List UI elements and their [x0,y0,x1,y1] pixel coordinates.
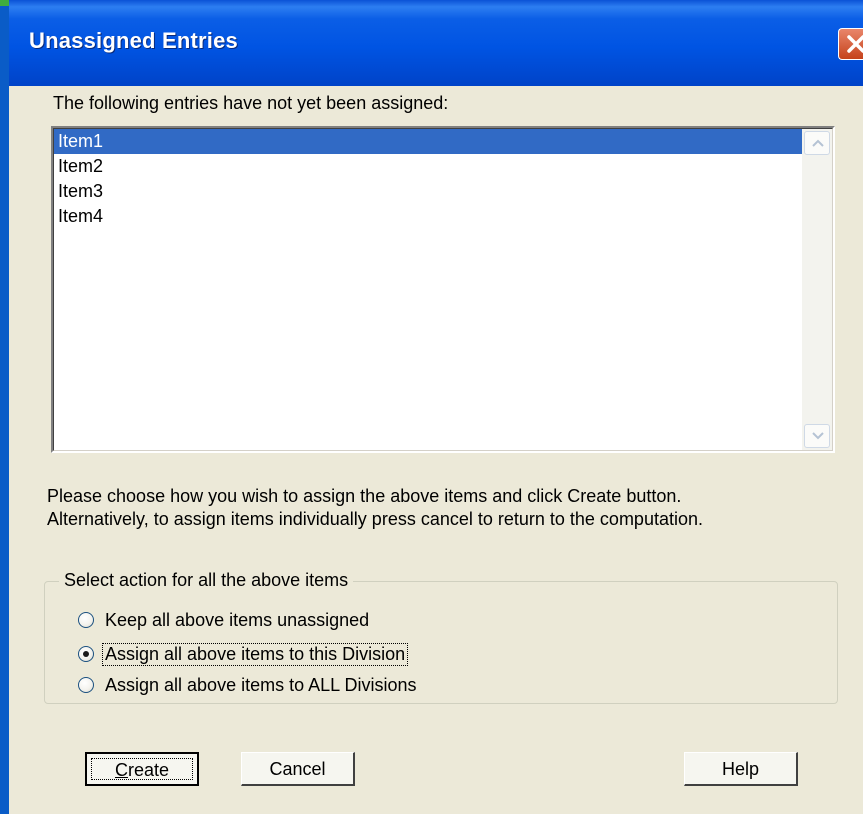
list-item[interactable]: Item1 [54,129,802,154]
entries-listbox[interactable]: Item1 Item2 Item3 Item4 [51,126,835,453]
instructions-line-1: Please choose how you wish to assign the… [47,486,682,506]
list-items: Item1 Item2 Item3 Item4 [54,129,832,229]
help-button-label: Help [721,759,760,779]
close-button[interactable] [838,28,863,60]
help-button[interactable]: Help [684,752,798,786]
title-bar[interactable]: Unassigned Entries [9,0,863,86]
list-item[interactable]: Item2 [54,154,802,179]
list-label: The following entries have not yet been … [53,93,449,113]
radio-keep-unassigned[interactable] [78,612,94,628]
option-label: Assign all above items to ALL Divisions [105,674,417,695]
vertical-scrollbar[interactable] [802,129,832,450]
chevron-down-icon [812,432,824,440]
radio-selected-dot [83,651,89,657]
option-label: Keep all above items unassigned [105,609,370,630]
radio-assign-this-division[interactable] [78,646,94,662]
instructions-line-2: Alternatively, to assign items individua… [47,509,703,529]
option-label: Assign all above items to this Division [101,642,409,666]
close-icon [847,35,863,53]
cancel-button[interactable]: Cancel [241,752,355,786]
option-assign-this-division[interactable]: Assign all above items to this Division [78,641,409,667]
cancel-button-label: Cancel [269,759,326,779]
action-groupbox: Select action for all the above items Ke… [44,570,838,704]
list-item[interactable]: Item4 [54,204,802,229]
radio-assign-all-divisions[interactable] [78,677,94,693]
option-keep-unassigned[interactable]: Keep all above items unassigned [78,607,371,633]
list-item[interactable]: Item3 [54,179,802,204]
window-title: Unassigned Entries [29,28,238,53]
scroll-down-button[interactable] [804,424,830,448]
chevron-up-icon [812,139,824,147]
create-button-label: Create [87,754,197,784]
groupbox-title: Select action for all the above items [59,570,354,591]
scroll-up-button[interactable] [804,131,830,155]
create-button[interactable]: Create [85,752,199,786]
option-assign-all-divisions[interactable]: Assign all above items to ALL Divisions [78,672,418,698]
window-frame-left [0,0,9,814]
